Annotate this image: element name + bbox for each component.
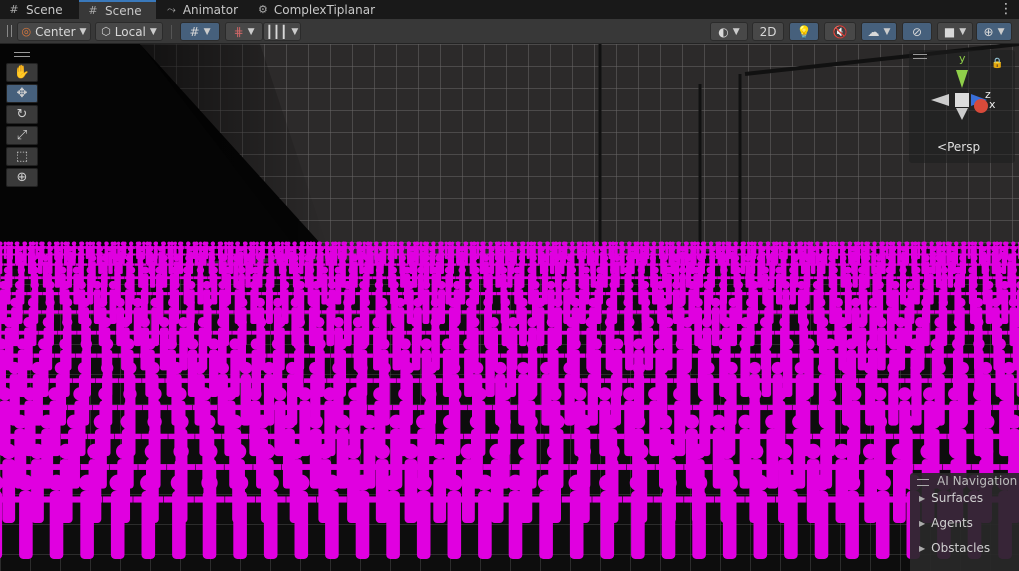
tab-label: Scene (26, 2, 63, 17)
pivot-space-dropdown[interactable]: ⬡ Local ▼ (95, 22, 163, 41)
toolbar-divider (171, 25, 172, 39)
speaker-muted-icon: 🔇 (832, 24, 848, 39)
grid-snapping-toggle[interactable]: ⋕ ▼ (225, 22, 263, 41)
tab-scene-2[interactable]: # Scene (79, 0, 156, 19)
grid-visibility-toggle[interactable]: # ▼ (180, 22, 220, 41)
draw-mode-dropdown[interactable]: ◐ ▼ (710, 22, 748, 41)
neg-x-axis-cone[interactable] (931, 94, 949, 106)
chevron-down-icon: ▼ (997, 26, 1005, 37)
scene-viewport[interactable]: ✋ ✥ ↻ ⤢ ⬚ ⊕ 🔒 y z x <Persp AI Navigation… (0, 44, 1019, 571)
grid-icon: # (9, 2, 19, 16)
y-axis-cone[interactable] (956, 70, 968, 88)
projection-toggle[interactable]: <Persp (937, 140, 980, 154)
nav-item-obstacles[interactable]: ▶ Obstacles (919, 541, 990, 555)
chevron-down-icon: ▼ (247, 26, 255, 37)
hand-tool-button[interactable]: ✋ (6, 63, 38, 82)
transform-tool-button[interactable]: ⊕ (6, 168, 38, 187)
shading-sphere-icon: ◐ (718, 24, 729, 39)
tab-complextiplanar[interactable]: ⚙ ComplexTiplanar (250, 0, 380, 19)
expand-triangle-icon: ▶ (919, 493, 926, 503)
transform-tools-panel: ✋ ✥ ↻ ⤢ ⬚ ⊕ (6, 48, 38, 189)
increment-snap-dropdown[interactable]: ┃┃┃ ▼ (263, 22, 301, 41)
pivot-label: Center (35, 24, 76, 39)
nav-item-surfaces[interactable]: ▶ Surfaces (919, 491, 983, 505)
window-tab-bar: # Scene # Scene ⤳ Animator ⚙ ComplexTipl… (0, 0, 1019, 19)
gizmo-globe-icon: ⊕ (983, 24, 994, 39)
toolbar-grip-icon (7, 25, 12, 37)
audio-toggle[interactable]: 🔇 (824, 22, 856, 41)
rect-transform-icon: ⬚ (15, 149, 29, 164)
snap-icon: ⋕ (233, 24, 244, 39)
tab-scene-1[interactable]: # Scene (0, 0, 78, 19)
lightbulb-icon: 💡 (796, 24, 812, 39)
camera-settings-dropdown[interactable]: ■ ▼ (937, 22, 973, 41)
tab-label: ComplexTiplanar (273, 2, 376, 17)
neg-y-axis-cone[interactable] (956, 108, 968, 120)
nav-item-label: Surfaces (931, 491, 984, 505)
move-tool-button[interactable]: ✥ (6, 84, 38, 103)
animator-icon: ⤳ (167, 2, 176, 16)
pivot-icon: ◎ (21, 25, 32, 38)
chevron-down-icon: ▼ (883, 26, 891, 37)
scale-icon: ⤢ (16, 128, 28, 143)
scene-visibility-toggle[interactable]: ⊘ (902, 22, 932, 41)
chevron-down-icon: ▼ (732, 26, 740, 37)
eye-hidden-icon: ⊘ (911, 24, 923, 39)
space-label: Local (114, 24, 146, 39)
toggle-2d-button[interactable]: 2D (752, 22, 784, 41)
scene-toolbar: ◎ Center ▼ ⬡ Local ▼ # ▼ ⋕ ▼ ┃┃┃ ▼ ◐ ▼ 2… (0, 19, 1019, 44)
more-options-icon[interactable]: ⋮ (999, 2, 1013, 16)
chevron-down-icon: ▼ (203, 26, 211, 37)
perspective-icon: < (937, 140, 948, 154)
tab-label: Scene (105, 3, 142, 18)
transform-icon: ⊕ (16, 170, 28, 185)
effects-dropdown[interactable]: ☁ ▼ (861, 22, 897, 41)
tab-label: Animator (182, 2, 238, 17)
local-space-icon: ⬡ (101, 25, 111, 38)
lighting-toggle[interactable]: 💡 (789, 22, 819, 41)
pivot-center-dropdown[interactable]: ◎ Center ▼ (17, 22, 91, 41)
rotate-icon: ↻ (16, 107, 28, 122)
rect-tool-button[interactable]: ⬚ (6, 147, 38, 166)
grid-snap-icon: # (189, 24, 200, 39)
gizmos-dropdown[interactable]: ⊕ ▼ (976, 22, 1012, 41)
chevron-down-icon: ▼ (149, 26, 157, 37)
grid-icon: # (88, 3, 98, 17)
chevron-down-icon: ▼ (79, 26, 87, 37)
tab-animator[interactable]: ⤳ Animator (158, 0, 246, 19)
nav-item-label: Agents (931, 516, 973, 530)
ai-navigation-title: AI Navigation (937, 474, 1018, 488)
effects-icon: ☁ (867, 24, 880, 39)
scale-tool-button[interactable]: ⤢ (6, 126, 38, 145)
component-icon: ⚙ (258, 2, 268, 16)
hand-icon: ✋ (13, 65, 31, 80)
expand-triangle-icon: ▶ (919, 543, 926, 553)
tools-grip-icon (14, 52, 30, 57)
projection-label: Persp (947, 140, 981, 154)
chevron-down-icon: ▼ (959, 26, 967, 37)
expand-triangle-icon: ▶ (919, 518, 926, 528)
scene-render (0, 44, 1019, 571)
mode-2d-label: 2D (759, 24, 777, 39)
camera-icon: ■ (943, 24, 956, 39)
move-arrows-icon: ✥ (16, 86, 28, 101)
chevron-down-icon: ▼ (291, 26, 299, 37)
y-axis-label: y (959, 52, 966, 65)
nav-item-label: Obstacles (931, 541, 991, 555)
rotate-tool-button[interactable]: ↻ (6, 105, 38, 124)
gizmo-center-cube[interactable] (955, 93, 969, 107)
ai-navigation-overlay: AI Navigation ▶ Surfaces ▶ Agents ▶ Obst… (910, 473, 1019, 571)
overlay-grip-icon[interactable] (917, 479, 929, 486)
ruler-icon: ┃┃┃ (265, 24, 288, 39)
x-axis-cone[interactable] (974, 99, 988, 113)
x-axis-label: x (989, 98, 996, 111)
nav-item-agents[interactable]: ▶ Agents (919, 516, 973, 530)
